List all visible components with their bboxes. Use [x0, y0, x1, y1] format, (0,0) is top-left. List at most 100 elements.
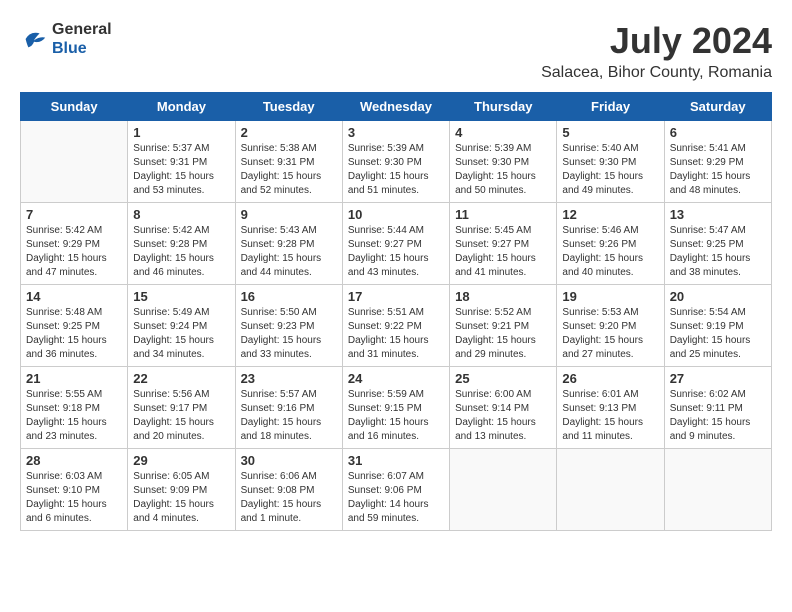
day-number: 13 — [670, 207, 766, 222]
calendar-cell: 6 Sunrise: 5:41 AM Sunset: 9:29 PM Daylig… — [664, 121, 771, 203]
day-number: 28 — [26, 453, 122, 468]
calendar-cell: 9 Sunrise: 5:43 AM Sunset: 9:28 PM Daylig… — [235, 203, 342, 285]
header-sunday: Sunday — [21, 93, 128, 121]
logo-blue: Blue — [52, 39, 112, 58]
calendar-cell: 11Sunrise: 5:45 AM Sunset: 9:27 PM Dayli… — [450, 203, 557, 285]
calendar-cell: 4 Sunrise: 5:39 AM Sunset: 9:30 PM Daylig… — [450, 121, 557, 203]
day-number: 22 — [133, 371, 229, 386]
logo-icon — [20, 25, 48, 53]
logo-general: General — [52, 20, 112, 39]
calendar-cell: 20 Sunrise: 5:54 AM Sunset: 9:19 PM Dayli… — [664, 285, 771, 367]
calendar-header: SundayMondayTuesdayWednesdayThursdayFrid… — [21, 93, 772, 121]
day-number: 31 — [348, 453, 444, 468]
day-info: Sunrise: 5:42 AM Sunset: 9:28 PM Dayligh… — [133, 224, 229, 280]
day-info: Sunrise: 6:02 AM Sunset: 9:11 PM Dayligh… — [670, 388, 766, 444]
day-number: 10 — [348, 207, 444, 222]
calendar-cell: 27 Sunrise: 6:02 AM Sunset: 9:11 PM Dayli… — [664, 367, 771, 449]
day-number: 27 — [670, 371, 766, 386]
day-info: Sunrise: 5:44 AM Sunset: 9:27 PM Dayligh… — [348, 224, 444, 280]
calendar-cell — [450, 449, 557, 531]
calendar-body: 1Sunrise: 5:37 AM Sunset: 9:31 PM Daylig… — [21, 121, 772, 531]
day-info: Sunrise: 5:42 AM Sunset: 9:29 PM Dayligh… — [26, 224, 122, 280]
calendar-cell: 21Sunrise: 5:55 AM Sunset: 9:18 PM Dayli… — [21, 367, 128, 449]
header-monday: Monday — [128, 93, 235, 121]
day-info: Sunrise: 5:46 AM Sunset: 9:26 PM Dayligh… — [562, 224, 658, 280]
calendar-cell: 24Sunrise: 5:59 AM Sunset: 9:15 PM Dayli… — [342, 367, 449, 449]
logo: General Blue — [20, 20, 112, 58]
day-info: Sunrise: 6:03 AM Sunset: 9:10 PM Dayligh… — [26, 470, 122, 526]
day-info: Sunrise: 6:07 AM Sunset: 9:06 PM Dayligh… — [348, 470, 444, 526]
day-number: 5 — [562, 125, 658, 140]
day-info: Sunrise: 5:52 AM Sunset: 9:21 PM Dayligh… — [455, 306, 551, 362]
day-info: Sunrise: 5:51 AM Sunset: 9:22 PM Dayligh… — [348, 306, 444, 362]
calendar-cell: 22 Sunrise: 5:56 AM Sunset: 9:17 PM Dayli… — [128, 367, 235, 449]
calendar-cell: 23 Sunrise: 5:57 AM Sunset: 9:16 PM Dayli… — [235, 367, 342, 449]
calendar-cell — [21, 121, 128, 203]
day-info: Sunrise: 5:54 AM Sunset: 9:19 PM Dayligh… — [670, 306, 766, 362]
day-number: 4 — [455, 125, 551, 140]
header-row: SundayMondayTuesdayWednesdayThursdayFrid… — [21, 93, 772, 121]
day-info: Sunrise: 6:05 AM Sunset: 9:09 PM Dayligh… — [133, 470, 229, 526]
logo-text: General Blue — [52, 20, 112, 58]
day-info: Sunrise: 6:01 AM Sunset: 9:13 PM Dayligh… — [562, 388, 658, 444]
day-info: Sunrise: 5:57 AM Sunset: 9:16 PM Dayligh… — [241, 388, 337, 444]
day-number: 18 — [455, 289, 551, 304]
day-info: Sunrise: 5:39 AM Sunset: 9:30 PM Dayligh… — [455, 142, 551, 198]
day-info: Sunrise: 5:43 AM Sunset: 9:28 PM Dayligh… — [241, 224, 337, 280]
day-number: 25 — [455, 371, 551, 386]
calendar-cell: 30Sunrise: 6:06 AM Sunset: 9:08 PM Dayli… — [235, 449, 342, 531]
calendar-cell: 13 Sunrise: 5:47 AM Sunset: 9:25 PM Dayli… — [664, 203, 771, 285]
day-number: 6 — [670, 125, 766, 140]
calendar-cell: 12 Sunrise: 5:46 AM Sunset: 9:26 PM Dayli… — [557, 203, 664, 285]
day-number: 9 — [241, 207, 337, 222]
calendar-cell: 2 Sunrise: 5:38 AM Sunset: 9:31 PM Daylig… — [235, 121, 342, 203]
calendar-cell: 15Sunrise: 5:49 AM Sunset: 9:24 PM Dayli… — [128, 285, 235, 367]
day-number: 23 — [241, 371, 337, 386]
day-number: 21 — [26, 371, 122, 386]
day-info: Sunrise: 5:39 AM Sunset: 9:30 PM Dayligh… — [348, 142, 444, 198]
day-info: Sunrise: 5:48 AM Sunset: 9:25 PM Dayligh… — [26, 306, 122, 362]
day-info: Sunrise: 5:41 AM Sunset: 9:29 PM Dayligh… — [670, 142, 766, 198]
day-number: 8 — [133, 207, 229, 222]
calendar-week-3: 21Sunrise: 5:55 AM Sunset: 9:18 PM Dayli… — [21, 367, 772, 449]
day-info: Sunrise: 5:53 AM Sunset: 9:20 PM Dayligh… — [562, 306, 658, 362]
header-friday: Friday — [557, 93, 664, 121]
calendar-cell: 16Sunrise: 5:50 AM Sunset: 9:23 PM Dayli… — [235, 285, 342, 367]
day-number: 11 — [455, 207, 551, 222]
day-number: 14 — [26, 289, 122, 304]
day-info: Sunrise: 5:38 AM Sunset: 9:31 PM Dayligh… — [241, 142, 337, 198]
calendar-cell: 7Sunrise: 5:42 AM Sunset: 9:29 PM Daylig… — [21, 203, 128, 285]
calendar-cell: 26Sunrise: 6:01 AM Sunset: 9:13 PM Dayli… — [557, 367, 664, 449]
day-number: 15 — [133, 289, 229, 304]
calendar-cell: 19 Sunrise: 5:53 AM Sunset: 9:20 PM Dayli… — [557, 285, 664, 367]
calendar-week-4: 28 Sunrise: 6:03 AM Sunset: 9:10 PM Dayli… — [21, 449, 772, 531]
location-subtitle: Salacea, Bihor County, Romania — [541, 64, 772, 82]
day-number: 17 — [348, 289, 444, 304]
calendar-cell: 31 Sunrise: 6:07 AM Sunset: 9:06 PM Dayli… — [342, 449, 449, 531]
calendar-cell: 18 Sunrise: 5:52 AM Sunset: 9:21 PM Dayli… — [450, 285, 557, 367]
calendar-cell: 1Sunrise: 5:37 AM Sunset: 9:31 PM Daylig… — [128, 121, 235, 203]
day-number: 19 — [562, 289, 658, 304]
calendar-week-1: 7Sunrise: 5:42 AM Sunset: 9:29 PM Daylig… — [21, 203, 772, 285]
calendar-cell: 14 Sunrise: 5:48 AM Sunset: 9:25 PM Dayli… — [21, 285, 128, 367]
calendar-cell: 25Sunrise: 6:00 AM Sunset: 9:14 PM Dayli… — [450, 367, 557, 449]
day-number: 2 — [241, 125, 337, 140]
day-number: 12 — [562, 207, 658, 222]
day-number: 1 — [133, 125, 229, 140]
calendar-week-0: 1Sunrise: 5:37 AM Sunset: 9:31 PM Daylig… — [21, 121, 772, 203]
day-info: Sunrise: 5:47 AM Sunset: 9:25 PM Dayligh… — [670, 224, 766, 280]
day-number: 20 — [670, 289, 766, 304]
day-info: Sunrise: 5:40 AM Sunset: 9:30 PM Dayligh… — [562, 142, 658, 198]
calendar-cell — [557, 449, 664, 531]
calendar-cell: 10 Sunrise: 5:44 AM Sunset: 9:27 PM Dayli… — [342, 203, 449, 285]
calendar-cell: 3Sunrise: 5:39 AM Sunset: 9:30 PM Daylig… — [342, 121, 449, 203]
calendar-cell — [664, 449, 771, 531]
page-header: General Blue July 2024 Salacea, Bihor Co… — [20, 20, 772, 82]
header-thursday: Thursday — [450, 93, 557, 121]
day-number: 29 — [133, 453, 229, 468]
day-info: Sunrise: 5:56 AM Sunset: 9:17 PM Dayligh… — [133, 388, 229, 444]
day-info: Sunrise: 6:06 AM Sunset: 9:08 PM Dayligh… — [241, 470, 337, 526]
calendar-cell: 17 Sunrise: 5:51 AM Sunset: 9:22 PM Dayli… — [342, 285, 449, 367]
calendar-cell: 8 Sunrise: 5:42 AM Sunset: 9:28 PM Daylig… — [128, 203, 235, 285]
title-block: July 2024 Salacea, Bihor County, Romania — [541, 20, 772, 82]
